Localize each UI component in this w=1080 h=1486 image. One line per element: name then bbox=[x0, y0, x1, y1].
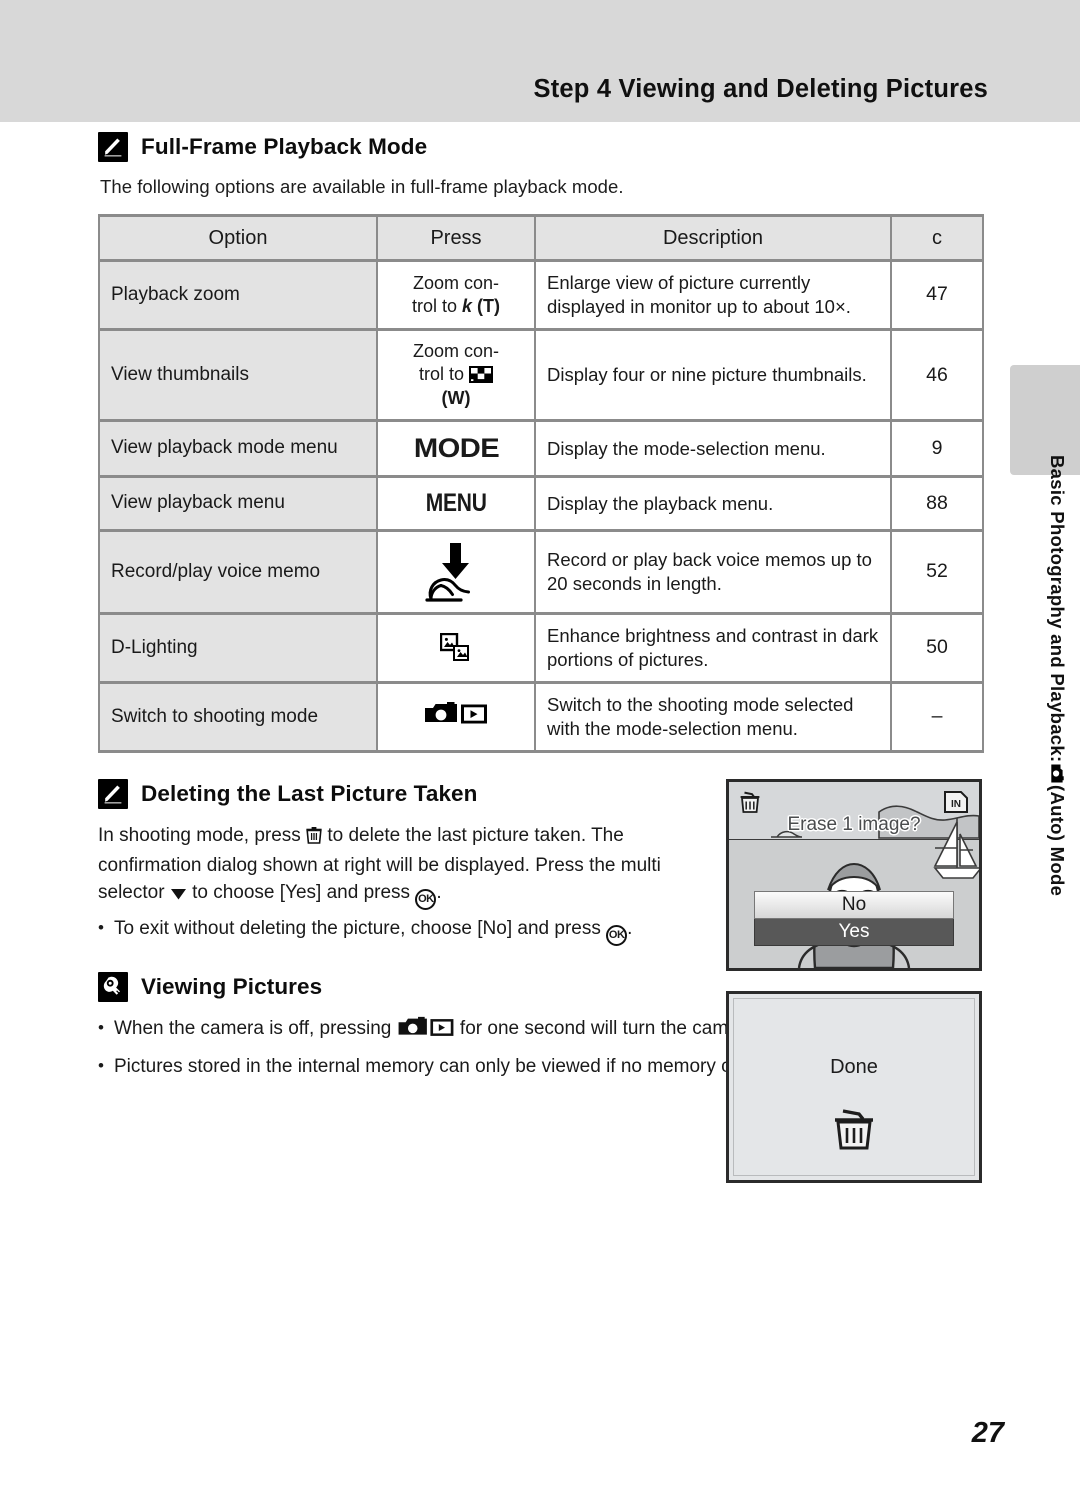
cell-page-ref: 50 bbox=[890, 611, 984, 684]
ok-button-icon: OK bbox=[415, 888, 437, 910]
done-message: Done bbox=[830, 1056, 878, 1079]
press-line-2: trol to bbox=[411, 296, 457, 317]
chapter-tab-label-after: (Auto) Mode bbox=[1047, 785, 1068, 897]
full-frame-intro: The following options are available in f… bbox=[100, 176, 624, 197]
option-no[interactable]: No bbox=[754, 891, 954, 920]
section-title-full-frame: Full-Frame Playback Mode bbox=[141, 134, 428, 159]
col-header-press: Press bbox=[376, 214, 536, 262]
table-row: Switch to shooting mode Switch to the sh… bbox=[98, 680, 984, 754]
press-line-1: Zoom con- bbox=[412, 272, 500, 293]
lcd-done-screen: Done bbox=[726, 991, 982, 1184]
section-title-viewing: Viewing Pictures bbox=[141, 973, 323, 999]
page-header-band: Step 4 Viewing and Deleting Pictures bbox=[0, 0, 1080, 122]
camera-playback-toggle-icon bbox=[397, 1016, 455, 1048]
cell-press: Zoom con- trol to k (T) bbox=[376, 258, 536, 332]
table-row: Record/play voice memo Record or play ba… bbox=[98, 528, 984, 615]
cell-page-ref: 47 bbox=[890, 258, 984, 332]
cell-option: Playback zoom bbox=[98, 258, 378, 332]
table-row: View thumbnails Zoom con- trol to (W) Di… bbox=[98, 328, 984, 423]
pencil-note-icon bbox=[98, 132, 128, 162]
deleting-text-4: . bbox=[436, 881, 442, 903]
trash-can-icon bbox=[729, 1106, 979, 1157]
deleting-text-1: In shooting mode, press bbox=[98, 825, 301, 847]
bullet-marker: • bbox=[98, 1055, 104, 1075]
cell-page-ref: – bbox=[890, 680, 984, 754]
bullet-text: To exit without deleting the picture, ch… bbox=[114, 916, 698, 946]
multi-selector-down-icon bbox=[170, 883, 187, 910]
camera-icon bbox=[1050, 763, 1065, 785]
cell-description: Enhance brightness and contrast in dark … bbox=[534, 611, 892, 684]
full-frame-options-table: Option Press Description c Playback zoom… bbox=[98, 214, 984, 754]
lcd-erase-confirm-dialog: IN Erase 1 image? No Yes bbox=[726, 779, 982, 972]
table-row: View playback menu MENU Display the play… bbox=[98, 475, 984, 532]
chapter-tab-label-before: Basic Photography and Playback: bbox=[1047, 455, 1068, 763]
cell-page-ref: 88 bbox=[890, 475, 984, 532]
col-header-description: Description bbox=[534, 214, 892, 262]
mode-button-icon: MODE bbox=[413, 433, 499, 464]
col-header-page-ref: c bbox=[890, 214, 984, 262]
trash-can-icon bbox=[306, 825, 322, 853]
press-shutter-finger-icon bbox=[389, 541, 523, 603]
page-number: 27 bbox=[971, 1417, 1004, 1449]
cell-press bbox=[376, 528, 536, 615]
table-header-row: Option Press Description c bbox=[98, 214, 984, 262]
cell-description: Record or play back voice memos up to 20… bbox=[534, 528, 892, 615]
cell-option: Switch to shooting mode bbox=[98, 680, 378, 754]
cell-option: D-Lighting bbox=[98, 611, 378, 684]
viewing-bullet-1-text-1: When the camera is off, pressing bbox=[113, 1017, 392, 1039]
deleting-body-text: In shooting mode, press to delete the la… bbox=[98, 823, 698, 946]
option-yes[interactable]: Yes bbox=[754, 919, 954, 947]
cell-option: View thumbnails bbox=[98, 328, 378, 423]
cell-option: View playback menu bbox=[98, 475, 378, 532]
erase-prompt-text: Erase 1 image? bbox=[787, 814, 921, 836]
table-row: Playback zoom Zoom con- trol to k (T) En… bbox=[98, 258, 984, 332]
cell-description: Display four or nine picture thumbnails. bbox=[534, 328, 892, 423]
table-row: View playback mode menu MODE Display the… bbox=[98, 419, 984, 479]
bullet-marker: • bbox=[98, 917, 104, 937]
cell-press: Zoom con- trol to (W) bbox=[376, 328, 536, 423]
cell-press: MODE bbox=[376, 419, 536, 479]
press-line-3: (T) bbox=[477, 296, 501, 317]
cell-page-ref: 46 bbox=[890, 328, 984, 423]
page-title: Step 4 Viewing and Deleting Pictures bbox=[533, 75, 988, 103]
table-row: D-Lighting Enhance brightness and contra… bbox=[98, 611, 984, 684]
d-lighting-icon bbox=[389, 632, 523, 663]
section-header-full-frame: Full-Frame Playback Mode bbox=[98, 132, 982, 162]
deleting-paragraph: In shooting mode, press to delete the la… bbox=[98, 823, 698, 910]
bullet-text-2: . bbox=[627, 917, 633, 939]
deleting-section: Deleting the Last Picture Taken In shoot… bbox=[98, 779, 982, 1184]
lcd-screenshot-stack: IN Erase 1 image? No Yes Done bbox=[726, 779, 984, 1203]
cell-option: Record/play voice memo bbox=[98, 528, 378, 615]
cell-description: Switch to the shooting mode selected wit… bbox=[534, 680, 892, 754]
bullet-marker: • bbox=[98, 1017, 104, 1037]
tip-lightbulb-icon bbox=[98, 971, 128, 1002]
press-line-2: trol to bbox=[418, 364, 464, 385]
cell-description: Enlarge view of picture currently displa… bbox=[534, 258, 892, 332]
cell-press bbox=[376, 611, 536, 684]
press-line-3: (W) bbox=[441, 387, 471, 408]
cell-page-ref: 9 bbox=[890, 419, 984, 479]
section-title-deleting: Deleting the Last Picture Taken bbox=[141, 781, 478, 807]
press-line-1: Zoom con- bbox=[412, 341, 500, 362]
ok-button-icon: OK bbox=[606, 924, 628, 946]
deleting-bullet: • To exit without deleting the picture, … bbox=[98, 916, 698, 946]
cell-press bbox=[376, 680, 536, 754]
cell-description: Display the playback menu. bbox=[534, 475, 892, 532]
deleting-text-3: to choose [Yes] and press bbox=[192, 881, 411, 903]
zoom-in-glyph: k bbox=[462, 296, 473, 317]
camera-playback-toggle-icon bbox=[424, 701, 488, 733]
cell-press: MENU bbox=[376, 475, 536, 532]
chapter-tab-label: Basic Photography and Playback: (Auto) M… bbox=[1012, 455, 1068, 1055]
col-header-option: Option bbox=[98, 214, 378, 262]
bullet-text-1: To exit without deleting the picture, ch… bbox=[113, 917, 601, 939]
cell-description: Display the mode-selection menu. bbox=[534, 419, 892, 479]
svg-text:IN: IN bbox=[951, 799, 961, 810]
pencil-note-icon bbox=[98, 779, 128, 810]
erase-options-menu: No Yes bbox=[754, 891, 954, 947]
menu-button-icon: MENU bbox=[425, 489, 487, 518]
cell-option: View playback mode menu bbox=[98, 419, 378, 479]
cell-page-ref: 52 bbox=[890, 528, 984, 615]
thumbnail-grid-icon bbox=[469, 366, 494, 384]
